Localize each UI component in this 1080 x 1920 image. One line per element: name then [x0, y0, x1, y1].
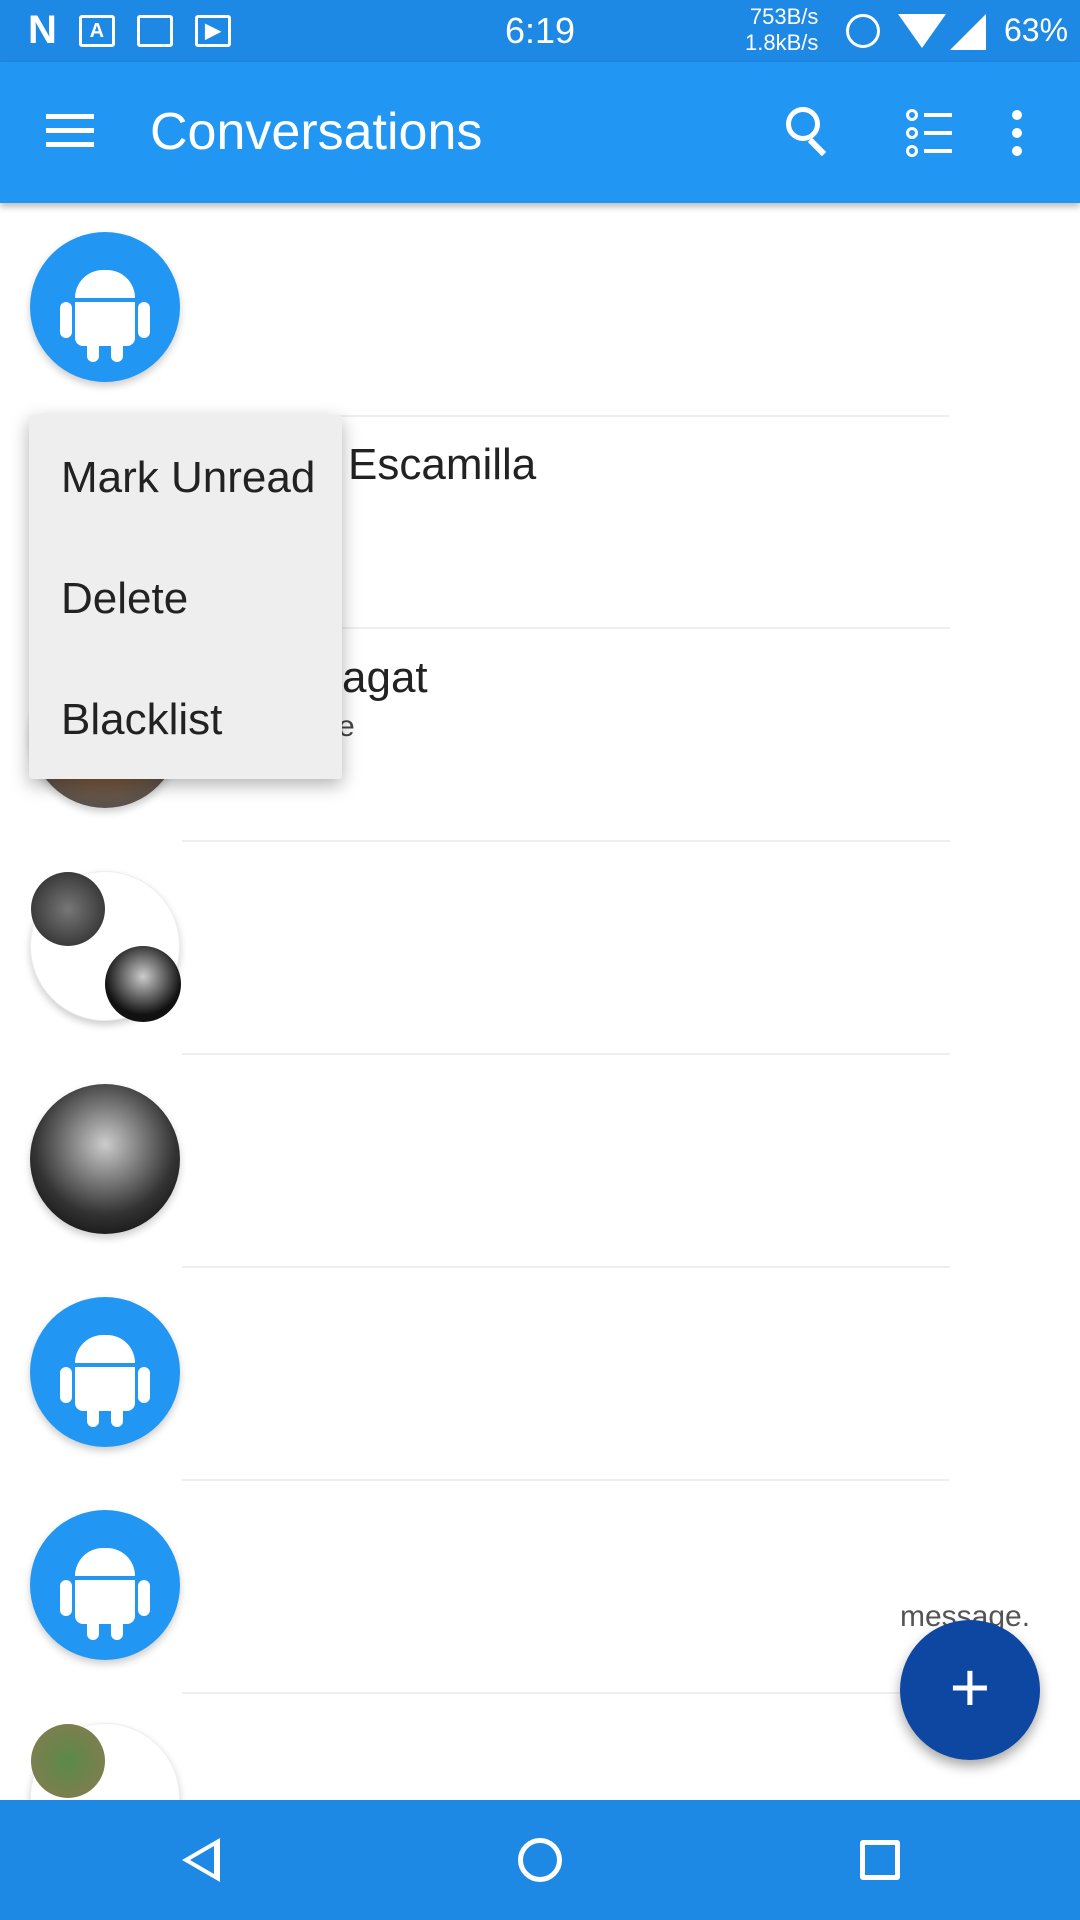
avatar[interactable]: [30, 871, 181, 1022]
home-icon[interactable]: [518, 1838, 562, 1882]
group-member-photo: [105, 946, 181, 1022]
conversation-name[interactable]: agat: [342, 653, 428, 703]
navigation-bar: [0, 1800, 1080, 1920]
avatar[interactable]: [30, 1084, 180, 1234]
image-icon: [136, 14, 173, 47]
more-vert-icon[interactable]: [1012, 110, 1024, 164]
app-toolbar: Conversations: [0, 62, 1080, 203]
network-speed: 753B/s 1.8kB/s: [745, 4, 818, 56]
group-member-photo: [31, 872, 105, 946]
filter-list-icon[interactable]: [906, 106, 956, 160]
recents-icon[interactable]: [860, 1840, 900, 1880]
clock: 6:19: [505, 10, 576, 51]
android-icon[interactable]: [30, 232, 180, 382]
menu-item-delete[interactable]: Delete: [61, 574, 188, 624]
divider: [182, 1692, 950, 1694]
n-icon: N: [28, 8, 57, 52]
divider: [182, 1266, 950, 1268]
status-bar: N A ▶ 6:19 753B/s 1.8kB/s 63%: [0, 0, 1080, 62]
divider: [182, 840, 950, 842]
play-store-icon: ▶: [194, 14, 231, 47]
battery-level: 63%: [1004, 12, 1069, 48]
divider: [182, 1479, 950, 1481]
android-icon[interactable]: [30, 1510, 180, 1660]
wifi-icon: [898, 14, 946, 48]
conversation-name[interactable]: Escamilla: [348, 440, 536, 490]
menu-item-blacklist[interactable]: Blacklist: [61, 695, 222, 745]
signal-icon: [950, 14, 986, 50]
back-icon[interactable]: [182, 1838, 220, 1882]
search-icon[interactable]: [786, 107, 830, 157]
new-conversation-button[interactable]: +: [900, 1620, 1040, 1760]
group-member-photo: [31, 1724, 105, 1798]
menu-icon[interactable]: [46, 114, 94, 150]
menu-item-mark-unread[interactable]: Mark Unread: [61, 453, 315, 503]
alarm-icon: [846, 14, 880, 48]
context-menu: Mark Unread Delete Blacklist: [29, 415, 342, 779]
divider: [182, 1053, 950, 1055]
page-title: Conversations: [150, 103, 483, 161]
net-up: 753B/s: [749, 4, 819, 29]
text-icon: A: [78, 14, 115, 47]
net-down: 1.8kB/s: [745, 30, 819, 55]
android-icon[interactable]: [30, 1297, 180, 1447]
